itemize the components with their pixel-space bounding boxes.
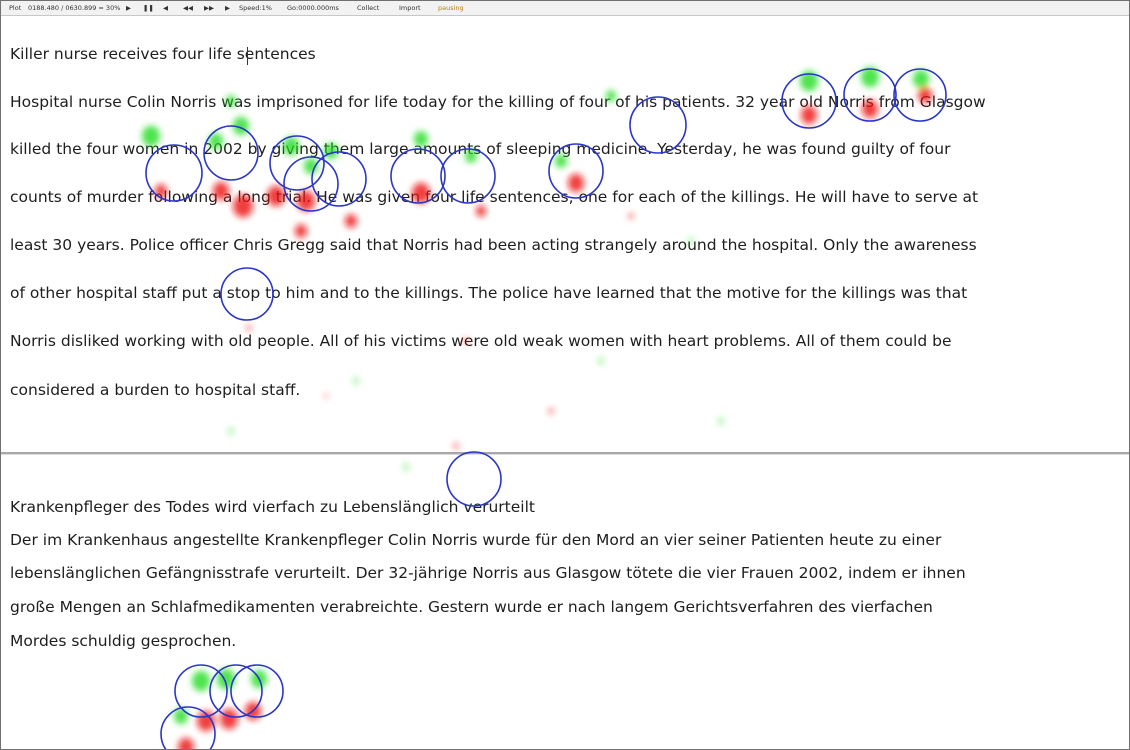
gaze-start-marker — [800, 70, 818, 92]
plot-button[interactable]: Plot — [9, 1, 21, 15]
gaze-sample-dot — [718, 417, 724, 425]
fixation-circle — [209, 664, 263, 718]
german-line-2: lebenslänglichen Gefängnisstrafe verurte… — [10, 564, 966, 582]
gaze-sample-dot — [353, 377, 359, 385]
gaze-end-marker — [178, 737, 194, 749]
play-icon[interactable]: ▶ — [126, 1, 131, 15]
step-back-icon[interactable]: ◀ — [163, 1, 168, 15]
gaze-end-marker — [245, 701, 261, 721]
german-title: Krankenpfleger des Todes wird vierfach z… — [10, 498, 535, 516]
gaze-sample-dot — [246, 324, 252, 332]
import-button[interactable]: Import — [399, 1, 421, 15]
gaze-start-marker — [233, 116, 249, 136]
gaze-end-marker — [197, 710, 215, 732]
fixation-circle — [160, 706, 216, 749]
english-line-3: counts of murder following a long trial.… — [10, 188, 979, 206]
text-caret — [247, 47, 248, 65]
gaze-sample-dot — [548, 407, 554, 415]
gaze-start-marker — [251, 669, 267, 689]
english-line-5: of other hospital staff put a stop to hi… — [10, 284, 968, 302]
rewind-icon[interactable]: ◀◀ — [183, 1, 193, 15]
gaze-start-marker — [913, 69, 929, 89]
fast-forward-icon[interactable]: ▶▶ — [204, 1, 214, 15]
english-title: Killer nurse receives four life sentence… — [10, 45, 316, 63]
gaze-sample-dot — [324, 393, 328, 399]
eye-tracking-viewer: Plot 0188.480 / 0630.899 = 30% ▶ ❚❚ ◀ ◀◀… — [0, 0, 1130, 750]
step-forward-icon[interactable]: ▶ — [225, 1, 230, 15]
go-field[interactable]: Go:0000.000ms — [287, 1, 339, 15]
fixation-circle — [230, 664, 284, 718]
german-line-3: große Mengen an Schlafmedikamenten verab… — [10, 598, 933, 616]
section-divider-highlight — [1, 454, 1129, 455]
playback-toolbar: Plot 0188.480 / 0630.899 = 30% ▶ ❚❚ ◀ ◀◀… — [1, 1, 1129, 16]
gaze-end-marker — [220, 708, 238, 730]
english-line-4: least 30 years. Police officer Chris Gre… — [10, 236, 977, 254]
gaze-start-marker — [304, 157, 318, 175]
english-line-1: Hospital nurse Colin Norris was imprison… — [10, 93, 986, 111]
time-readout: 0188.480 / 0630.899 = 30% — [28, 4, 121, 12]
gaze-start-marker — [861, 66, 879, 88]
collect-button[interactable]: Collect — [357, 1, 379, 15]
pause-icon[interactable]: ❚❚ — [143, 1, 154, 15]
gaze-sample-dot — [628, 212, 634, 220]
gaze-start-marker — [174, 707, 188, 725]
gaze-sample-dot — [403, 463, 409, 471]
gaze-start-marker — [192, 670, 210, 692]
gaze-sample-dot — [453, 442, 459, 450]
fixation-circle — [174, 664, 228, 718]
german-line-1: Der im Krankenhaus angestellte Krankenpf… — [10, 531, 942, 549]
speed-label[interactable]: Speed:1% — [239, 1, 272, 15]
status-text: pausing — [438, 4, 464, 12]
gaze-sample-dot — [598, 357, 604, 365]
gaze-end-marker — [345, 214, 357, 228]
gaze-sample-dot — [228, 427, 234, 435]
german-line-4: Mordes schuldig gesprochen. — [10, 632, 237, 650]
gaze-start-marker — [217, 668, 235, 690]
english-line-6: Norris disliked working with old people.… — [10, 332, 952, 350]
gaze-end-marker — [476, 205, 486, 217]
english-line-7: considered a burden to hospital staff. — [10, 381, 301, 399]
english-line-2: killed the four women in 2002 by giving … — [10, 140, 951, 158]
